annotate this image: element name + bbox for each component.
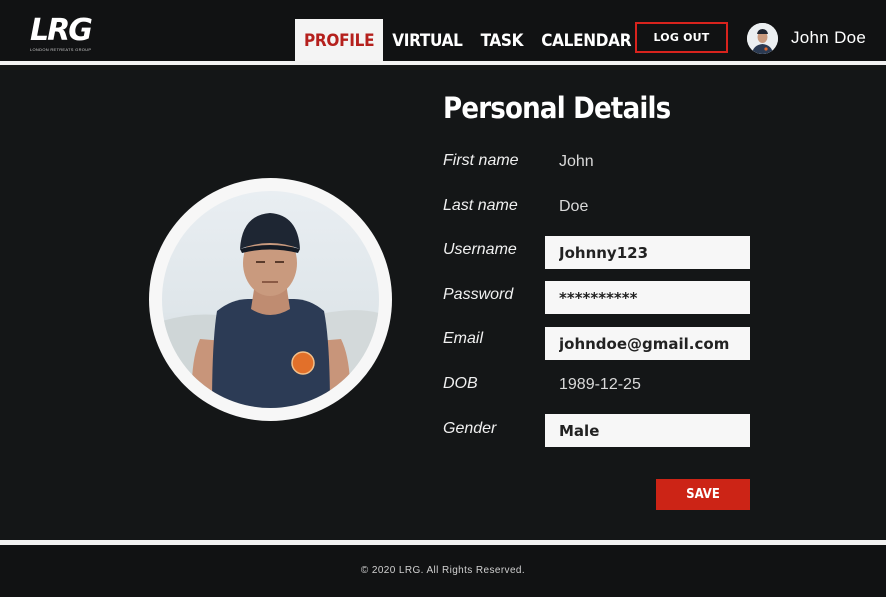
user-avatar-icon <box>747 22 778 54</box>
nav-tab-virtual[interactable]: VIRTUAL <box>383 19 471 62</box>
profile-photo[interactable] <box>162 191 379 408</box>
user-menu[interactable]: John Doe <box>747 22 866 54</box>
logout-button[interactable]: LOG OUT <box>635 22 728 53</box>
dob-value: 1989-12-25 <box>559 376 641 393</box>
nav-tab-calendar[interactable]: CALENDAR <box>532 19 640 62</box>
username-field[interactable] <box>545 236 750 269</box>
dob-label: DOB <box>443 375 478 392</box>
main-nav: PROFILE VIRTUAL TASK CALENDAR <box>295 19 640 62</box>
user-name: John Doe <box>791 28 867 47</box>
logo-subtitle: LONDON RETREATS GROUP <box>30 47 92 52</box>
nav-tab-profile[interactable]: PROFILE <box>295 19 384 62</box>
password-label: Password <box>443 286 514 303</box>
avatar[interactable] <box>747 22 778 54</box>
top-navbar: LRG LONDON RETREATS GROUP PROFILE VIRTUA… <box>0 0 886 62</box>
email-field[interactable] <box>545 327 750 360</box>
last-name-label: Last name <box>443 197 518 214</box>
logo[interactable]: LRG LONDON RETREATS GROUP <box>30 16 110 56</box>
password-field[interactable] <box>545 281 750 314</box>
page-title: Personal Details <box>443 91 671 125</box>
first-name-value: John <box>559 153 594 170</box>
copyright-text: © 2020 LRG. All Rights Reserved. <box>360 565 526 576</box>
last-name-value: Doe <box>559 198 589 215</box>
username-label: Username <box>443 241 517 258</box>
footer: © 2020 LRG. All Rights Reserved. <box>0 545 886 597</box>
profile-photo-frame <box>149 178 392 421</box>
nav-tab-task[interactable]: TASK <box>472 19 533 62</box>
save-button[interactable]: SAVE <box>656 479 750 510</box>
gender-field[interactable] <box>545 414 750 447</box>
header-divider <box>0 61 886 65</box>
logo-mark: LRG <box>30 13 93 48</box>
profile-photo-image <box>162 191 379 408</box>
first-name-label: First name <box>443 152 519 169</box>
email-label: Email <box>443 330 484 347</box>
gender-label: Gender <box>443 420 497 437</box>
